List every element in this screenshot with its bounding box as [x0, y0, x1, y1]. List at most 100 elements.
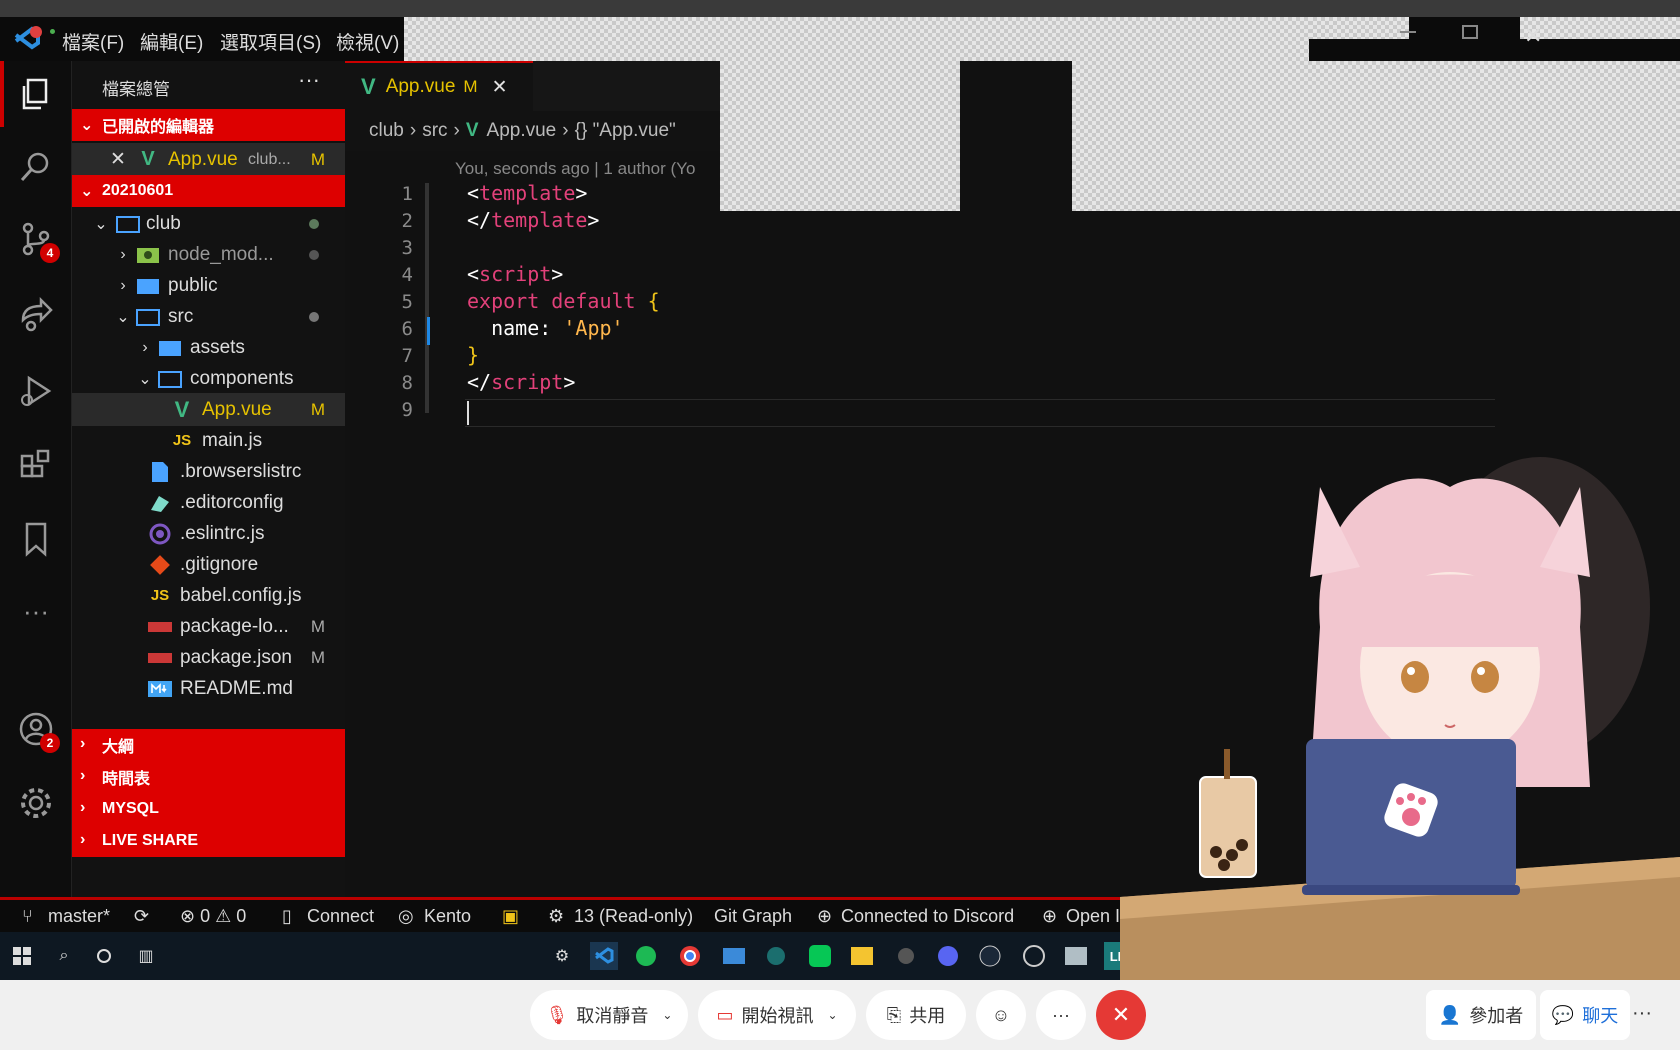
discord-status[interactable]: Connected to Discord: [841, 906, 1014, 927]
sync-icon[interactable]: ⟳: [134, 906, 149, 927]
tree-item-gitignore[interactable]: .gitignore: [72, 548, 345, 581]
menu-edit[interactable]: 編輯(E): [140, 28, 203, 55]
tree-item-club[interactable]: ⌄ club: [72, 207, 345, 240]
cortana-icon[interactable]: [90, 942, 118, 970]
more-icon[interactable]: ···: [10, 585, 62, 637]
explorer-more-button[interactable]: ···: [298, 67, 320, 93]
unmute-button[interactable]: 🎙 取消靜音 ⌄: [530, 990, 688, 1040]
more-options-button[interactable]: ···: [1036, 990, 1086, 1040]
mysql-header[interactable]: › MYSQL: [72, 793, 345, 825]
tree-item-babel-config[interactable]: JS babel.config.js: [72, 579, 345, 612]
extensions-icon[interactable]: [10, 441, 62, 493]
branch-icon: ⑂: [22, 906, 33, 926]
unsaved-dot-icon: [50, 29, 55, 34]
tree-item-editorconfig[interactable]: .editorconfig: [72, 486, 345, 519]
tree-item-readme[interactable]: README.md: [72, 672, 345, 705]
breadcrumb-src[interactable]: src: [422, 120, 447, 142]
connect-status[interactable]: Connect: [307, 906, 374, 927]
vue-file-icon: V: [465, 120, 479, 141]
windows-start-icon[interactable]: [8, 942, 36, 970]
mail-app-icon[interactable]: [720, 942, 748, 970]
file-explorer-app-icon[interactable]: [848, 942, 876, 970]
explorer-icon[interactable]: [10, 69, 62, 121]
obs-app-icon[interactable]: [1020, 942, 1048, 970]
live-share-user[interactable]: Kento: [424, 906, 471, 927]
code-line[interactable]: <template>: [467, 181, 587, 205]
more-icon[interactable]: ···: [1632, 1002, 1652, 1025]
breadcrumb-club[interactable]: club: [369, 120, 404, 142]
breadcrumb-symbol[interactable]: {} "App.vue": [575, 120, 676, 142]
tree-item-eslintrc[interactable]: .eslintrc.js: [72, 517, 345, 550]
start-video-button[interactable]: ▭ 開始視訊 ⌄: [698, 990, 856, 1040]
search-icon[interactable]: ⌕: [50, 942, 78, 970]
git-graph-status[interactable]: Git Graph: [714, 906, 792, 927]
tree-item-package-lock[interactable]: package-lo... M: [72, 610, 345, 643]
top-strip: [0, 0, 1680, 17]
app-icon[interactable]: [1062, 942, 1090, 970]
open-editor-item[interactable]: ✕ V App.vue club... M: [72, 143, 345, 176]
tasks-status[interactable]: 13 (Read-only): [574, 906, 693, 927]
source-control-icon[interactable]: 4: [10, 213, 62, 265]
code-line[interactable]: name: 'App': [467, 316, 623, 340]
spotify-app-icon[interactable]: [632, 942, 660, 970]
minimize-icon[interactable]: [1400, 31, 1416, 33]
tree-item-assets[interactable]: › assets: [72, 331, 345, 364]
folder-open-icon: [136, 306, 160, 328]
breadcrumb-file[interactable]: App.vue: [487, 120, 557, 142]
current-line-highlight: [465, 399, 1495, 427]
line-number: 4: [401, 264, 413, 286]
tree-item-main-js[interactable]: JS main.js: [72, 424, 345, 457]
code-line[interactable]: }: [467, 343, 479, 367]
steam-app-icon[interactable]: [976, 942, 1004, 970]
tree-item-components[interactable]: ⌄ components: [72, 362, 345, 395]
chat-button[interactable]: 💬 聊天: [1540, 990, 1630, 1040]
app-icon[interactable]: [762, 942, 790, 970]
tree-item-public[interactable]: › public: [72, 269, 345, 302]
timeline-header[interactable]: › 時間表: [72, 761, 345, 793]
live-share-header[interactable]: › LIVE SHARE: [72, 825, 345, 857]
participants-button[interactable]: 👤 參加者: [1426, 990, 1536, 1040]
bookmark-icon[interactable]: [10, 513, 62, 565]
code-line[interactable]: </script>: [467, 370, 575, 394]
tab-app-vue[interactable]: V App.vue M ✕: [345, 61, 533, 111]
vscode-app-icon[interactable]: [590, 942, 618, 970]
share-button[interactable]: ⎘ 共用: [866, 990, 966, 1040]
chrome-app-icon[interactable]: [676, 942, 704, 970]
close-tab-icon[interactable]: ✕: [492, 76, 508, 99]
tree-item-browserslistrc[interactable]: .browserslistrc: [72, 455, 345, 488]
discord-app-icon[interactable]: [934, 942, 962, 970]
workspace-header[interactable]: ⌄ 20210601: [72, 175, 345, 207]
close-window-icon[interactable]: ✕: [1524, 23, 1542, 49]
tree-item-src[interactable]: ⌄ src: [72, 300, 345, 333]
run-debug-icon[interactable]: [10, 365, 62, 417]
maximize-icon[interactable]: [1462, 25, 1478, 39]
code-line[interactable]: </template>: [467, 208, 599, 232]
code-line[interactable]: <script>: [467, 262, 563, 286]
task-view-icon[interactable]: ▥: [132, 942, 160, 970]
app-icon[interactable]: [892, 942, 920, 970]
line-number: 9: [401, 399, 413, 421]
outline-header[interactable]: › 大綱: [72, 729, 345, 761]
tree-item-node-modules[interactable]: › node_mod...: [72, 238, 345, 271]
close-editor-icon[interactable]: ✕: [110, 148, 126, 171]
open-editors-header[interactable]: ⌄ 已開啟的編輯器: [72, 109, 345, 141]
settings-gear-icon[interactable]: [10, 777, 62, 829]
settings-app-icon[interactable]: ⚙: [548, 942, 576, 970]
live-share-icon[interactable]: [10, 289, 62, 341]
transparent-region: [720, 61, 960, 211]
chevron-down-icon[interactable]: ⌄: [662, 1008, 672, 1022]
branch-status[interactable]: master*: [48, 906, 110, 927]
tree-item-app-vue[interactable]: V App.vue M: [72, 393, 345, 426]
menu-file[interactable]: 檔案(F): [62, 28, 124, 55]
chevron-down-icon[interactable]: ⌄: [827, 1008, 837, 1022]
code-line[interactable]: export default {: [467, 289, 660, 313]
leave-meeting-button[interactable]: ✕: [1096, 990, 1146, 1040]
accounts-icon[interactable]: 2: [10, 703, 62, 755]
line-app-icon[interactable]: [806, 942, 834, 970]
tree-item-package-json[interactable]: package.json M: [72, 641, 345, 674]
menu-view[interactable]: 檢視(V): [336, 28, 399, 55]
problems-status[interactable]: ⊗ 0 ⚠ 0: [180, 906, 246, 927]
reactions-button[interactable]: ☺: [976, 990, 1026, 1040]
menu-selection[interactable]: 選取項目(S): [220, 28, 321, 55]
search-icon[interactable]: [10, 141, 62, 193]
